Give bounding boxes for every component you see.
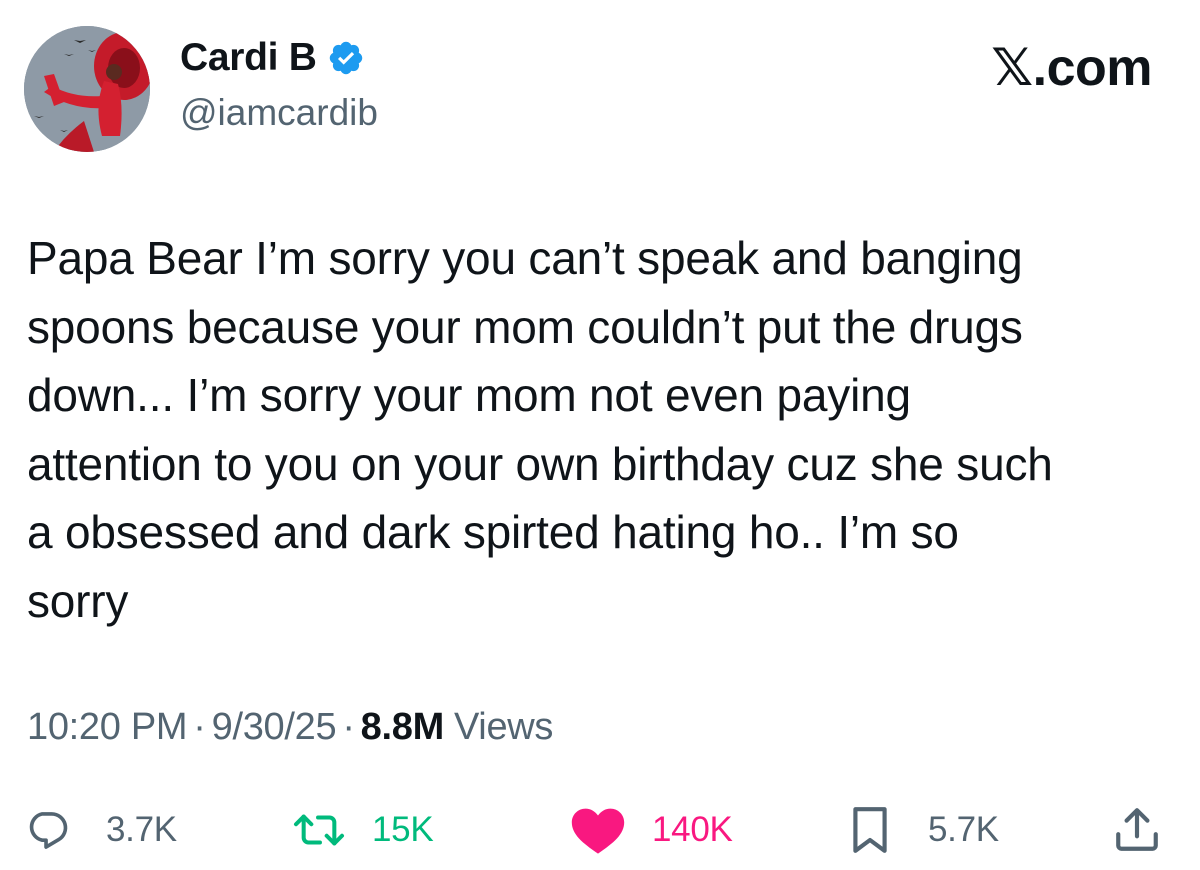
bookmark-icon bbox=[853, 807, 887, 853]
bookmark-button[interactable]: 5.7K bbox=[848, 800, 999, 860]
bookmark-count: 5.7K bbox=[928, 810, 999, 849]
repost-button[interactable]: 15K bbox=[290, 800, 434, 860]
heart-icon bbox=[571, 808, 625, 854]
meta-separator: · bbox=[193, 706, 206, 748]
views-count: 8.8M bbox=[360, 706, 445, 748]
tweet-time[interactable]: 10:20 PM bbox=[27, 706, 188, 749]
tweet-meta: 10:20 PM · 9/30/25 · 8.8M Views bbox=[27, 706, 553, 749]
reply-count: 3.7K bbox=[106, 810, 177, 849]
x-logo-icon: 𝕏 bbox=[991, 38, 1033, 98]
tweet-text: Papa Bear I’m sorry you can’t speak and … bbox=[27, 232, 1053, 627]
display-name[interactable]: Cardi B bbox=[180, 36, 317, 80]
reply-button[interactable]: 3.7K bbox=[24, 800, 177, 860]
share-icon bbox=[1116, 808, 1158, 851]
avatar-image bbox=[24, 26, 150, 152]
repost-icon bbox=[293, 814, 345, 846]
meta-separator: · bbox=[342, 706, 355, 748]
reply-icon bbox=[29, 812, 68, 849]
action-bar: 3.7K 15K 140K 5.7K bbox=[0, 800, 1200, 860]
x-logo: 𝕏.com bbox=[991, 38, 1152, 98]
like-button[interactable]: 140K bbox=[568, 800, 733, 860]
tweet-date[interactable]: 9/30/25 bbox=[212, 706, 337, 749]
display-name-row: Cardi B bbox=[180, 36, 365, 80]
tweet-card: Cardi B @iamcardib 𝕏.com Papa Bear I’m s… bbox=[0, 0, 1200, 870]
verified-badge-icon bbox=[327, 39, 365, 77]
like-count: 140K bbox=[652, 810, 733, 849]
avatar[interactable] bbox=[24, 26, 150, 152]
user-handle[interactable]: @iamcardib bbox=[180, 92, 378, 134]
repost-count: 15K bbox=[372, 810, 434, 849]
views-label: Views bbox=[453, 706, 554, 748]
share-button[interactable] bbox=[1112, 800, 1162, 860]
x-logo-text: .com bbox=[1032, 39, 1153, 97]
